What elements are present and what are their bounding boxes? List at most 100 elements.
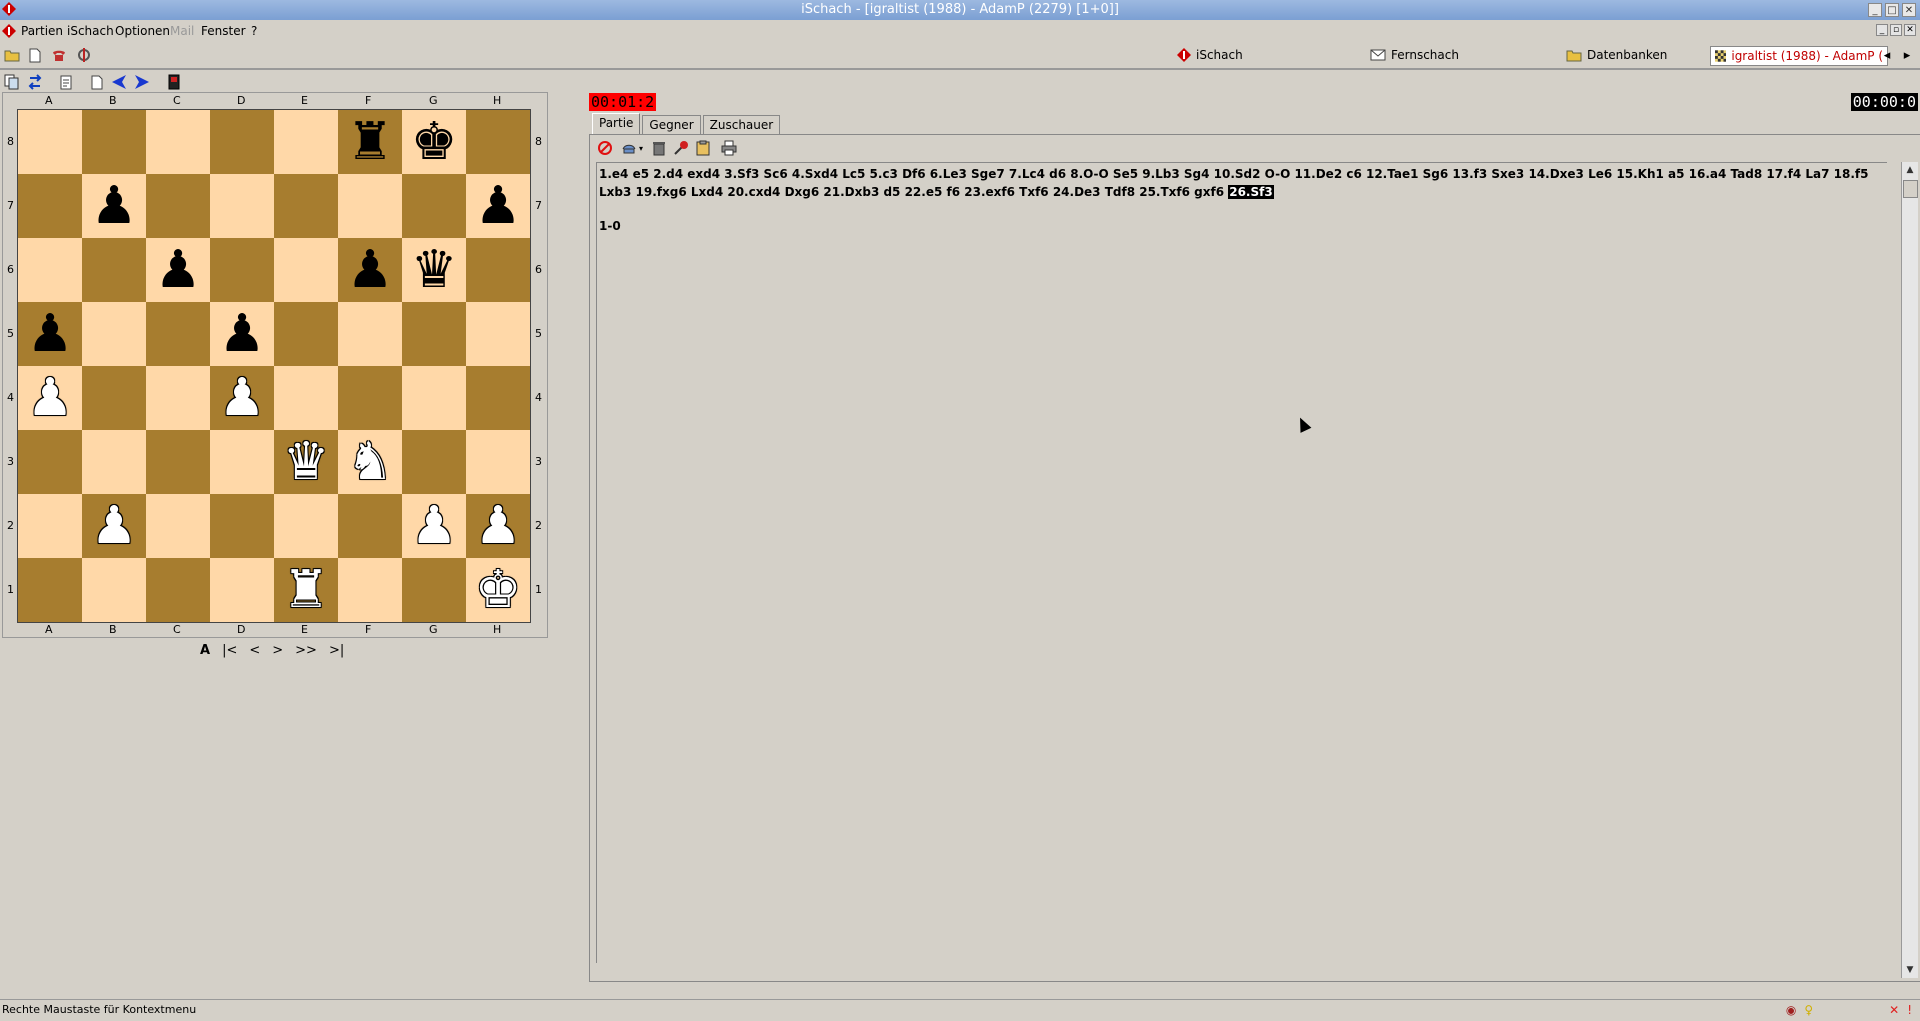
square-f3[interactable]: ♞ (338, 430, 402, 494)
flip-board-icon[interactable] (26, 73, 44, 91)
trash-icon[interactable] (650, 139, 668, 157)
square-g2[interactable]: ♟ (402, 494, 466, 558)
square-b6[interactable] (82, 238, 146, 302)
square-c2[interactable] (146, 494, 210, 558)
square-c1[interactable] (146, 558, 210, 622)
square-c8[interactable] (146, 110, 210, 174)
telephone-icon[interactable] (50, 46, 68, 64)
square-a6[interactable] (18, 238, 82, 302)
square-d8[interactable] (210, 110, 274, 174)
square-e4[interactable] (274, 366, 338, 430)
chessboard[interactable]: ♜ ♚ ♟ ♟ ♟ ♟ ♛ ♟ ♟ ♟ ♟ ♛ ♞ ♟ ♟ ♟ ♜ ♚ (17, 109, 531, 623)
square-d5[interactable]: ♟ (210, 302, 274, 366)
square-f7[interactable] (338, 174, 402, 238)
square-f2[interactable] (338, 494, 402, 558)
black-king-icon[interactable]: ♚ (411, 110, 458, 174)
square-d6[interactable] (210, 238, 274, 302)
square-h7[interactable]: ♟ (466, 174, 530, 238)
square-g8[interactable]: ♚ (402, 110, 466, 174)
square-h2[interactable]: ♟ (466, 494, 530, 558)
menu-mail[interactable]: Mail (170, 24, 194, 38)
new-document-icon[interactable] (26, 46, 44, 64)
square-h3[interactable] (466, 430, 530, 494)
white-pawn-icon[interactable]: ♟ (411, 494, 458, 558)
minimize-button[interactable]: _ (1868, 3, 1882, 17)
square-h4[interactable] (466, 366, 530, 430)
white-knight-icon[interactable]: ♞ (347, 430, 394, 494)
pin-icon[interactable] (672, 139, 690, 157)
white-pawn-icon[interactable]: ♟ (475, 494, 522, 558)
menu-fenster[interactable]: Fenster (201, 24, 246, 38)
tab-partie[interactable]: Partie (592, 113, 641, 134)
fast-forward-button[interactable]: >> (295, 643, 317, 658)
square-h1[interactable]: ♚ (466, 558, 530, 622)
nav-tab-ischach[interactable]: iSchach (1177, 46, 1243, 64)
square-a8[interactable] (18, 110, 82, 174)
square-d4[interactable]: ♟ (210, 366, 274, 430)
new-game-icon[interactable] (88, 73, 106, 91)
square-e8[interactable] (274, 110, 338, 174)
square-b8[interactable] (82, 110, 146, 174)
tools-icon[interactable] (75, 46, 93, 64)
square-b7[interactable]: ♟ (82, 174, 146, 238)
menu-optionen[interactable]: Optionen (115, 24, 170, 38)
square-b4[interactable] (82, 366, 146, 430)
mdi-restore-button[interactable]: ▫ (1890, 24, 1902, 36)
square-a4[interactable]: ♟ (18, 366, 82, 430)
close-button[interactable]: ✕ (1902, 3, 1916, 17)
copy-position-icon[interactable] (3, 73, 21, 91)
white-queen-icon[interactable]: ♛ (283, 430, 330, 494)
annotation-toggle-button[interactable]: A (200, 643, 210, 658)
scroll-down-icon[interactable]: ▼ (1902, 962, 1918, 978)
square-g6[interactable]: ♛ (402, 238, 466, 302)
square-g5[interactable] (402, 302, 466, 366)
disconnect-icon[interactable]: ✕ (1889, 1003, 1899, 1017)
square-e3[interactable]: ♛ (274, 430, 338, 494)
square-b5[interactable] (82, 302, 146, 366)
first-move-button[interactable]: |< (222, 643, 237, 658)
square-h6[interactable] (466, 238, 530, 302)
clipboard-icon[interactable] (694, 139, 712, 157)
square-a2[interactable] (18, 494, 82, 558)
square-b3[interactable] (82, 430, 146, 494)
nav-tab-fernschach[interactable]: Fernschach (1370, 46, 1459, 64)
square-e7[interactable] (274, 174, 338, 238)
square-c4[interactable] (146, 366, 210, 430)
document-menu-icon[interactable] (2, 24, 16, 38)
mdi-close-button[interactable]: ✕ (1904, 24, 1916, 36)
square-g4[interactable] (402, 366, 466, 430)
nav-tab-datenbanken[interactable]: Datenbanken (1566, 46, 1667, 64)
square-a1[interactable] (18, 558, 82, 622)
mdi-minimize-button[interactable]: _ (1876, 24, 1888, 36)
black-rook-icon[interactable]: ♜ (347, 110, 394, 174)
notation-scrollbar[interactable]: ▲ ▼ (1901, 162, 1918, 978)
square-e2[interactable] (274, 494, 338, 558)
square-b2[interactable]: ♟ (82, 494, 146, 558)
black-pawn-icon[interactable]: ♟ (475, 174, 522, 238)
square-f1[interactable] (338, 558, 402, 622)
black-pawn-icon[interactable]: ♟ (155, 238, 202, 302)
black-pawn-icon[interactable]: ♟ (347, 238, 394, 302)
notation-area[interactable]: 1.e4 e5 2.d4 exd4 3.Sf3 Sc6 4.Sxd4 Lc5 5… (596, 162, 1887, 963)
square-h8[interactable] (466, 110, 530, 174)
black-pawn-icon[interactable]: ♟ (91, 174, 138, 238)
square-c7[interactable] (146, 174, 210, 238)
arrow-back-icon[interactable] (110, 73, 128, 91)
clock-icon[interactable] (165, 73, 183, 91)
resign-icon[interactable] (596, 139, 614, 157)
square-f8[interactable]: ♜ (338, 110, 402, 174)
square-d1[interactable] (210, 558, 274, 622)
menu-help[interactable]: ? (251, 24, 257, 38)
square-a5[interactable]: ♟ (18, 302, 82, 366)
white-pawn-icon[interactable]: ♟ (91, 494, 138, 558)
square-d3[interactable] (210, 430, 274, 494)
current-move[interactable]: 26.Sf3 (1228, 185, 1274, 199)
square-g7[interactable] (402, 174, 466, 238)
open-folder-icon[interactable] (3, 46, 21, 64)
black-queen-icon[interactable]: ♛ (411, 238, 458, 302)
black-pawn-icon[interactable]: ♟ (219, 302, 266, 366)
black-pawn-icon[interactable]: ♟ (27, 302, 74, 366)
white-king-icon[interactable]: ♚ (475, 558, 522, 622)
white-pawn-icon[interactable]: ♟ (27, 366, 74, 430)
scroll-up-icon[interactable]: ▲ (1902, 162, 1918, 178)
